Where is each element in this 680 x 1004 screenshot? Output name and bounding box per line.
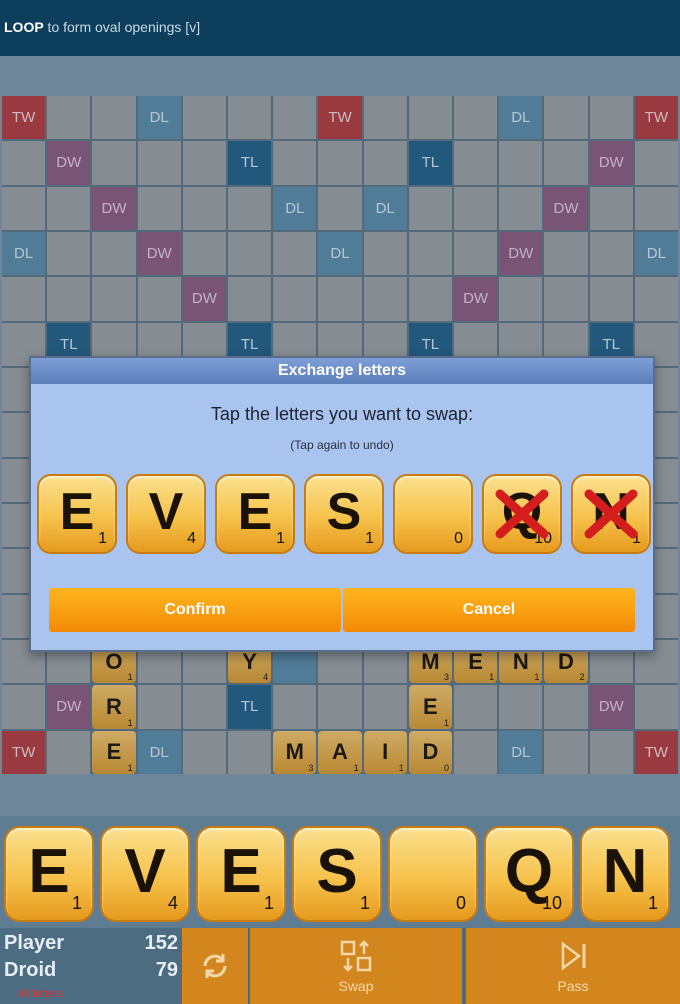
droid-label: Droid: [4, 959, 57, 981]
cross-icon: [495, 489, 549, 539]
swap-icon: [340, 940, 372, 972]
tile-rack: E 1 V 4 E 1 S 1 0 Q 10 N 1: [0, 816, 680, 928]
tile-points: 1: [263, 893, 274, 913]
tile-points: 1: [365, 530, 374, 547]
scoreboard: Player 152 Droid 79: [4, 932, 178, 986]
rack-tile[interactable]: E1: [196, 826, 286, 922]
confirm-button[interactable]: Confirm: [49, 588, 341, 632]
player-score: 152: [144, 932, 178, 954]
rack-tile[interactable]: Q 10: [484, 826, 574, 922]
last-word-text: to form oval openings [v]: [43, 19, 201, 35]
tile-points: 1: [359, 893, 370, 913]
player-score-row: Player 152: [4, 932, 178, 959]
bottom-bar: Player 152 Droid 79 48 letters Swap Pass: [0, 928, 680, 1004]
exchange-tile[interactable]: N1: [571, 474, 651, 554]
last-word-definition[interactable]: LOOP to form oval openings [v]: [4, 19, 200, 35]
tile-points: 10: [541, 893, 562, 913]
exchange-tile[interactable]: V4: [126, 474, 206, 554]
rack-tile[interactable]: E1: [4, 826, 94, 922]
player-label: Player: [4, 932, 65, 954]
swap-button[interactable]: Swap: [250, 928, 462, 1004]
rack-tile[interactable]: V4: [100, 826, 190, 922]
tile-points: 1: [647, 893, 658, 913]
rack-tile[interactable]: 0: [388, 826, 478, 922]
swap-label: Swap: [338, 978, 374, 994]
dialog-hint: (Tap again to undo): [290, 438, 394, 452]
exchange-tile[interactable]: Q10: [482, 474, 562, 554]
rack-tile[interactable]: S1: [292, 826, 382, 922]
skip-icon: [561, 941, 586, 971]
last-word: LOOP: [4, 19, 44, 35]
droid-score: 79: [155, 959, 178, 981]
tile-points: 0: [455, 893, 466, 913]
tile-points: 1: [98, 530, 107, 547]
exchange-tile[interactable]: S1: [304, 474, 384, 554]
shuffle-icon: [203, 954, 227, 978]
tiles-left: 48 letters: [18, 988, 64, 1000]
rack-tile[interactable]: N1: [580, 826, 670, 922]
cross-icon: [584, 489, 638, 539]
tile-points: 4: [187, 530, 196, 547]
tile-points: 1: [276, 530, 285, 547]
tile-points: 1: [71, 893, 82, 913]
exchange-tile[interactable]: E1: [215, 474, 295, 554]
top-bar: LOOP to form oval openings [v]: [0, 0, 680, 56]
shuffle-button[interactable]: [182, 928, 248, 1004]
tile-points: 4: [167, 893, 178, 913]
exchange-tile[interactable]: 0: [393, 474, 473, 554]
tile-points: 0: [454, 530, 463, 547]
pass-button[interactable]: Pass: [466, 928, 680, 1004]
dialog-prompt: Tap the letters you want to swap:: [210, 404, 474, 424]
droid-score-row: Droid 79: [4, 959, 178, 986]
cancel-button[interactable]: Cancel: [343, 588, 635, 632]
exchange-tile[interactable]: E1: [37, 474, 117, 554]
dialog-title: Exchange letters: [31, 358, 653, 384]
exchange-dialog: Exchange letters Tap the letters you wan…: [29, 356, 655, 652]
pass-label: Pass: [557, 978, 589, 994]
